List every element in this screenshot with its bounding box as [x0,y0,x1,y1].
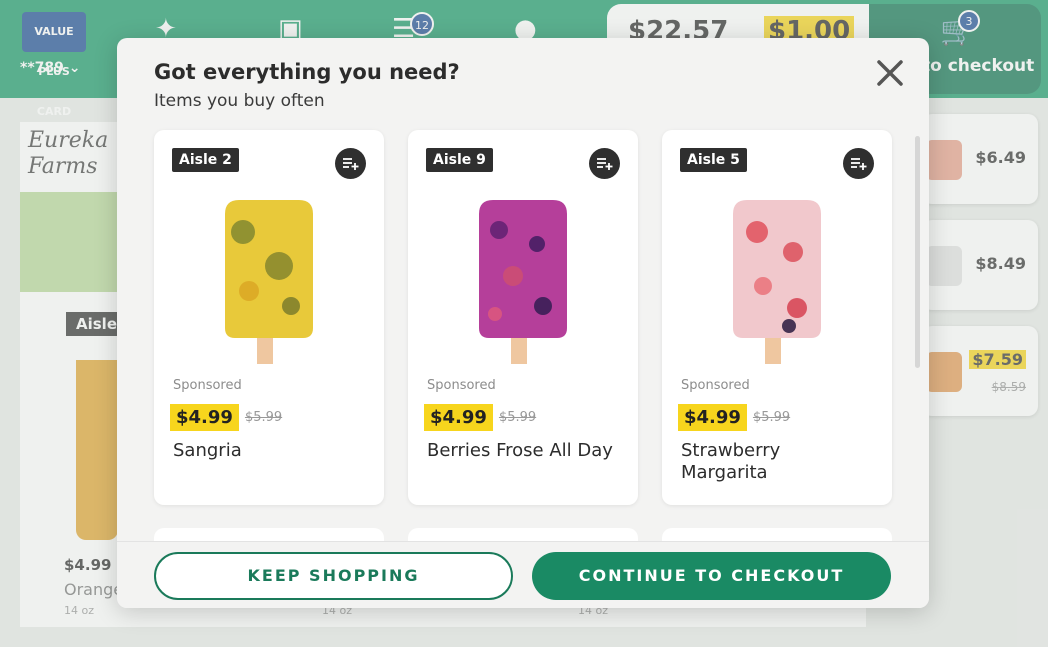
close-button[interactable] [873,56,907,90]
aisle-tag: Aisle 9 [426,148,493,172]
price-row: $4.99 $5.99 [678,404,790,432]
sponsored-label: Sponsored [681,378,750,393]
scrollbar[interactable] [915,136,920,368]
close-icon [877,60,903,86]
keep-shopping-button[interactable]: KEEP SHOPPING [154,552,513,600]
popsicle-image [225,200,313,364]
original-price: $5.99 [244,410,283,425]
product-card[interactable]: Aisle 2 Sponsored $4.99 $5.99 Sangria [154,130,384,505]
product-name: Sangria [173,440,242,461]
price-row: $4.99 $5.99 [170,404,282,432]
product-card[interactable]: Aisle 5 Sponsored $4.99 $5.99 Strawberry … [662,130,892,505]
original-price: $5.99 [498,410,537,425]
sale-price: $4.99 [678,404,747,431]
add-to-list-button[interactable] [843,148,874,179]
popsicle-image [733,200,821,364]
price-row: $4.99 $5.99 [424,404,536,432]
continue-to-checkout-button[interactable]: CONTINUE TO CHECKOUT [532,552,891,600]
aisle-tag: Aisle 2 [172,148,239,172]
add-to-list-icon [851,158,867,170]
product-name: Berries Frose All Day [427,440,613,461]
suggestions-modal: Got everything you need? Items you buy o… [117,38,929,608]
add-to-list-icon [343,158,359,170]
sale-price: $4.99 [170,404,239,431]
sponsored-label: Sponsored [427,378,496,393]
add-to-list-button[interactable] [589,148,620,179]
product-name: Strawberry Margarita [681,440,781,483]
modal-title: Got everything you need? [154,60,460,84]
sponsored-label: Sponsored [173,378,242,393]
sale-price: $4.99 [424,404,493,431]
add-to-list-icon [597,158,613,170]
add-to-list-button[interactable] [335,148,366,179]
aisle-tag: Aisle 5 [680,148,747,172]
modal-subtitle: Items you buy often [154,91,325,111]
original-price: $5.99 [752,410,791,425]
product-card[interactable]: Aisle 9 Sponsored $4.99 $5.99 Berries Fro… [408,130,638,505]
modal-footer: KEEP SHOPPING CONTINUE TO CHECKOUT [117,541,929,608]
popsicle-image [479,200,567,364]
